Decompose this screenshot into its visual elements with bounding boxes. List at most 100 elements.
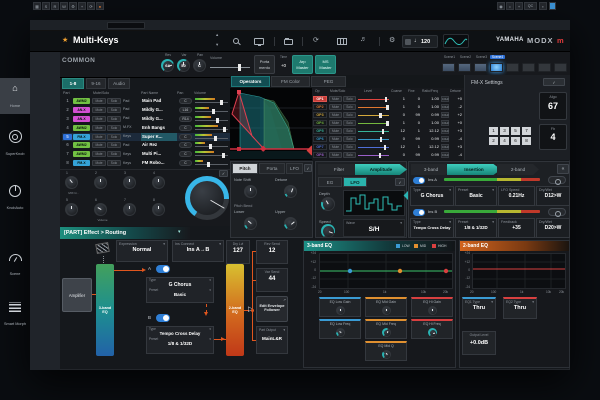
op-solo-button[interactable]: Solo: [343, 144, 356, 150]
operator-row-2[interactable]: OP2MuteSolo 101.00 0.0Hz-2: [312, 103, 464, 111]
operator-row-8[interactable]: OP8MuteSolo 0990.99 0.0Hz-4: [312, 151, 464, 159]
volume-slider[interactable]: [195, 150, 228, 158]
common-volume-slider[interactable]: [210, 67, 250, 68]
pan-value[interactable]: C: [179, 151, 192, 157]
solo-button[interactable]: Solo: [107, 116, 121, 122]
qc-icon[interactable]: QC: [524, 2, 537, 10]
op-level-slider[interactable]: [358, 103, 389, 110]
var-send-box[interactable]: Var Send 44: [256, 268, 288, 292]
eq2-type-select[interactable]: EQ2 Type▾ Thru: [503, 297, 537, 319]
part-row-8[interactable]: 8FM-X MuteSolo KeysFM Robo... C: [62, 159, 230, 167]
eq2-graph[interactable]: [472, 253, 566, 289]
mute-button[interactable]: Mute: [92, 134, 106, 140]
assign-knob-4[interactable]: [152, 176, 165, 189]
routing-header-caret[interactable]: ▾: [178, 229, 181, 235]
ins-a-preset[interactable]: Preset▾ Basic: [455, 186, 497, 206]
volume-slider[interactable]: [195, 133, 228, 141]
envelope-graph[interactable]: [230, 88, 312, 160]
expression-select[interactable]: Expression▾ Normal: [116, 240, 168, 262]
superknob-check-button[interactable]: ✓: [219, 170, 228, 177]
camera-icon[interactable]: ◉: [497, 2, 505, 10]
solo-button[interactable]: Solo: [107, 142, 121, 148]
mute-button[interactable]: Mute: [92, 142, 106, 148]
read-icon[interactable]: R: [51, 2, 59, 10]
sidebar-item-knobauto[interactable]: KnobAuto: [0, 178, 30, 216]
ins-a-type[interactable]: Type▾ G Chorus: [410, 186, 454, 206]
op-level-slider[interactable]: [358, 119, 389, 126]
op-level-slider[interactable]: [358, 127, 389, 134]
porta-time-control[interactable]: Time +0: [277, 55, 290, 74]
assign-knob-2[interactable]: [94, 176, 107, 189]
fmx-check-button[interactable]: ✓: [543, 78, 565, 86]
ins-a-dry-wet[interactable]: Dry/Wet D12>W: [536, 186, 570, 206]
pan-value[interactable]: C: [179, 98, 192, 104]
op-solo-button[interactable]: Solo: [343, 128, 356, 134]
rev-send-box[interactable]: Rev Send 12: [256, 240, 288, 264]
pan-value[interactable]: L16: [179, 107, 192, 113]
solo-button[interactable]: Solo: [107, 134, 121, 140]
eq-hi-freq[interactable]: EQ Hi Freq: [411, 319, 453, 339]
super-knob[interactable]: [185, 176, 229, 220]
portamento-button[interactable]: Portamento: [254, 55, 275, 74]
subtab-lfo[interactable]: LFO: [343, 177, 367, 187]
mute-button[interactable]: Mute: [92, 125, 106, 131]
part-row-7[interactable]: 7AWM2 MuteSolo KeysMulti Pi... C: [62, 150, 230, 158]
ins-b-toggle[interactable]: [413, 209, 425, 216]
eq-mid-freq[interactable]: EQ Mid Freq: [365, 319, 407, 339]
op-level-slider[interactable]: [358, 143, 389, 150]
name-stepper-down[interactable]: ▾: [216, 42, 218, 48]
tab-2band[interactable]: 2-band: [497, 164, 539, 175]
ins-a-lfo-speed[interactable]: LFO Speed 0.21Hz: [498, 186, 535, 206]
eq-hi-freq-knob[interactable]: [428, 328, 437, 337]
depth-knob[interactable]: [321, 197, 335, 211]
op-mute-button[interactable]: Mute: [329, 144, 342, 150]
slot-b-box[interactable]: Type▾ Tempo Cross Delay Preset▾ 1/8 & 1/…: [146, 326, 214, 354]
op-mute-button[interactable]: Mute: [329, 104, 342, 110]
tab-3band[interactable]: 3-band: [411, 164, 451, 175]
var-knob[interactable]: 50: [177, 59, 190, 72]
gear-icon[interactable]: ⚙: [389, 36, 395, 44]
common-volume-handle[interactable]: [238, 64, 241, 71]
ins-connect-select[interactable]: Ins Connect▾ Ins A→B: [172, 240, 224, 262]
dry-level-box[interactable]: Dry Lvl 127: [226, 240, 250, 264]
eq1-type-select[interactable]: EQ1 Type▾ Thru: [462, 297, 496, 319]
performance-name[interactable]: Multi-Keys: [73, 35, 119, 45]
settings-icon[interactable]: ⚙: [69, 2, 77, 10]
scene5-pad[interactable]: [506, 63, 519, 72]
volume-slider[interactable]: [195, 159, 228, 167]
eq-low-freq-knob[interactable]: [336, 328, 345, 337]
part-row-4[interactable]: 4AWM2 MuteSolo M.FXEnh Bangs C: [62, 124, 230, 132]
feedback-box[interactable]: Fb 4: [539, 124, 567, 150]
assign-knob-8[interactable]: [152, 203, 165, 216]
eq-hi-gain[interactable]: EQ Hi Gain: [411, 297, 453, 317]
wave-select[interactable]: Wave▾ S/H: [343, 219, 405, 237]
operator-row-7[interactable]: OP7MuteSolo 12112.12 0.0Hz+3: [312, 143, 464, 151]
solo-button[interactable]: Solo: [107, 98, 121, 104]
search-icon[interactable]: [233, 38, 239, 44]
slot-a-box[interactable]: Type▾ G Chorus Preset▾ Basic: [146, 277, 214, 303]
sync-icon[interactable]: ⟳: [313, 36, 319, 44]
amp-check-button[interactable]: ✓: [395, 178, 405, 186]
display-icon[interactable]: [254, 38, 264, 45]
arp-master-button[interactable]: ArpMaster: [292, 55, 313, 74]
tab-peg[interactable]: PEG: [311, 76, 346, 87]
pitch-bend-lower-knob[interactable]: [244, 217, 257, 230]
scene1-pad[interactable]: [442, 63, 455, 72]
ins-a-toggle[interactable]: [413, 177, 425, 184]
volume-slider[interactable]: [195, 106, 228, 114]
solo-button[interactable]: Solo: [107, 125, 121, 131]
tab-lfo[interactable]: LFO: [286, 163, 303, 174]
eq3-block[interactable]: 3-band EQ: [96, 264, 114, 356]
pan-value[interactable]: C: [179, 142, 192, 148]
speed-knob[interactable]: [321, 224, 335, 238]
assign-knob-1[interactable]: [65, 176, 78, 189]
name-stepper-up[interactable]: ▴: [216, 33, 218, 37]
pan-value[interactable]: C: [179, 125, 192, 131]
tab-operators[interactable]: Operators: [231, 76, 270, 87]
ins-b-power-button[interactable]: [548, 208, 566, 216]
tab-parts-1-8[interactable]: 1-8: [62, 78, 84, 89]
mute-button[interactable]: Mute: [92, 98, 106, 104]
eq-low-gain[interactable]: EQ Low Gain: [319, 297, 361, 317]
solo-button[interactable]: Solo: [107, 107, 121, 113]
write-icon[interactable]: W: [60, 2, 68, 10]
